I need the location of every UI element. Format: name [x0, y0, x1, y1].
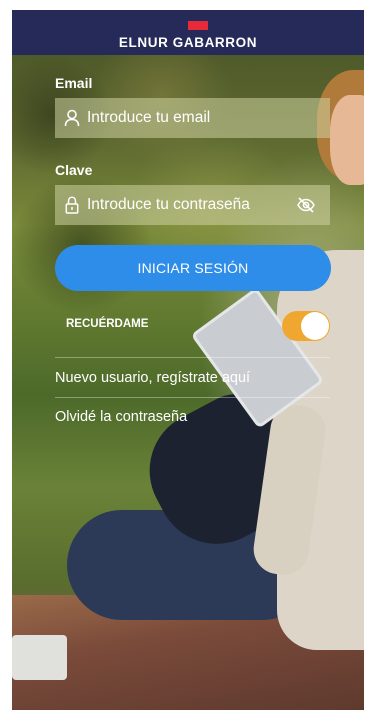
register-link[interactable]: Nuevo usuario, regístrate aquí	[55, 370, 250, 386]
password-label: Clave	[55, 162, 93, 178]
divider	[55, 397, 330, 398]
remember-me-label: RECUÉRDAME	[66, 318, 149, 330]
email-label: Email	[55, 75, 93, 91]
forgot-password-link[interactable]: Olvidé la contraseña	[55, 409, 187, 425]
password-placeholder: Introduce tu contraseña	[87, 196, 250, 213]
password-field[interactable]: Introduce tu contraseña	[55, 185, 330, 225]
email-field[interactable]: Introduce tu email	[55, 98, 330, 138]
lock-icon	[64, 196, 80, 214]
user-icon	[64, 109, 80, 127]
email-placeholder: Introduce tu email	[87, 109, 211, 126]
background-book	[12, 635, 67, 680]
brand-logo-text: ELNUR GABARRON	[118, 35, 258, 50]
toggle-knob	[301, 312, 329, 340]
background-figure-face	[330, 95, 364, 185]
login-screen: ELNUR GABARRON Email Introduce tu email …	[12, 10, 364, 710]
app-header: ELNUR GABARRON	[12, 10, 364, 55]
eye-off-icon[interactable]	[296, 196, 316, 214]
login-button[interactable]: INICIAR SESIÓN	[55, 245, 331, 291]
divider	[55, 357, 330, 358]
remember-me-toggle[interactable]	[282, 311, 330, 341]
brand-logo-mark	[188, 21, 208, 30]
